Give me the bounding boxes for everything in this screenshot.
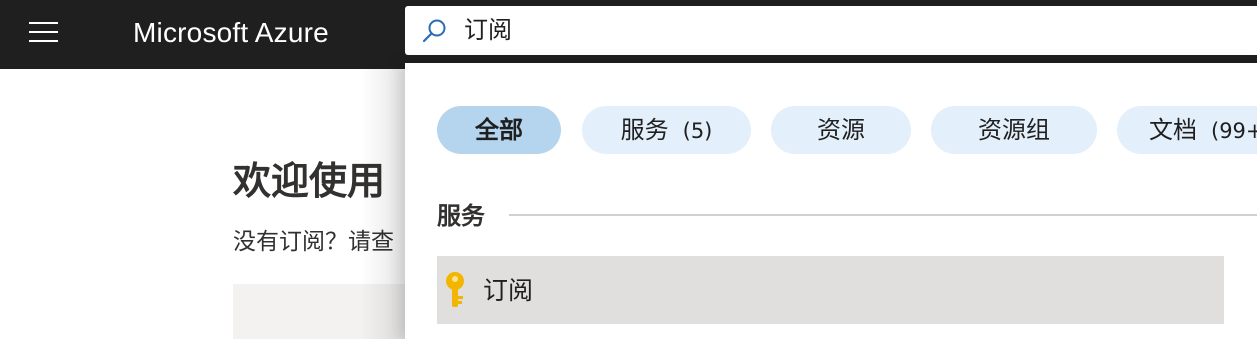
filter-chip-label: 文档 (1149, 116, 1197, 144)
filter-chip-label: 资源组 (978, 116, 1050, 144)
result-item-label: 订阅 (483, 276, 534, 305)
filter-chip-docs[interactable]: 文档 (99+) (1117, 106, 1257, 154)
section-divider (509, 214, 1257, 216)
section-title-services: 服务 (437, 202, 485, 230)
app-title[interactable]: Microsoft Azure (133, 13, 329, 53)
search-value: 订阅 (464, 16, 512, 44)
dropdown-shadow (360, 69, 406, 339)
top-bar: Microsoft Azure 订阅 (0, 0, 1257, 69)
filter-chip-all[interactable]: 全部 (437, 106, 561, 154)
filter-chip-resource-groups[interactable]: 资源组 (931, 106, 1097, 154)
search-results-dropdown: 全部 服务 (5) 资源 资源组 文档 (99+) 服务 订阅 (405, 63, 1257, 339)
filter-chip-label: 资源 (817, 116, 865, 144)
filter-chip-label: 全部 (475, 116, 523, 144)
filter-chip-count: (5) (682, 119, 713, 143)
filter-chip-count: (99+) (1211, 119, 1257, 143)
key-icon (446, 272, 464, 307)
filter-chip-resources[interactable]: 资源 (771, 106, 911, 154)
filter-chip-services[interactable]: 服务 (5) (582, 106, 751, 154)
search-icon (422, 19, 446, 43)
result-item-subscriptions[interactable]: 订阅 (437, 256, 1224, 324)
search-input[interactable]: 订阅 (405, 6, 1257, 55)
filter-chip-label: 服务 (620, 116, 669, 144)
menu-icon[interactable] (29, 21, 59, 43)
